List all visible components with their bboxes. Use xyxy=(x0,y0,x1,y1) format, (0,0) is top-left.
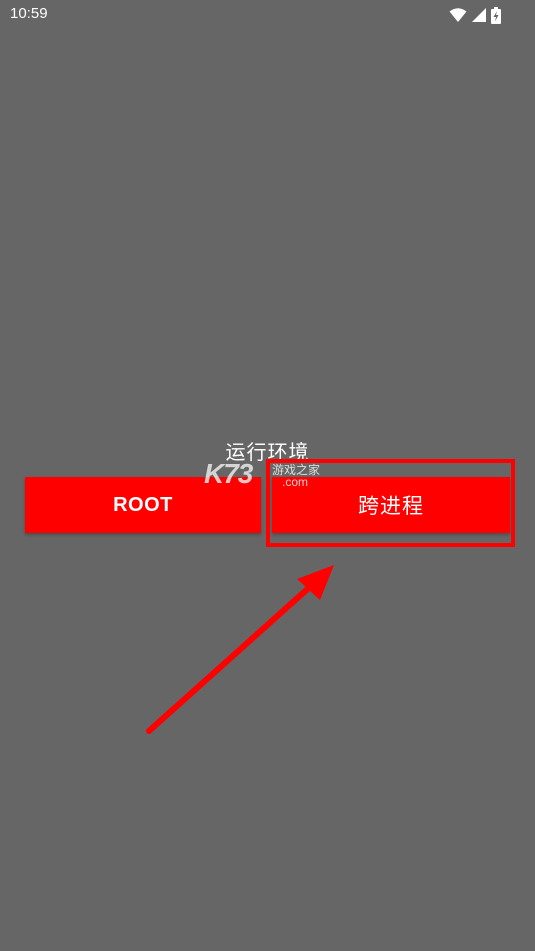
battery-charging-icon xyxy=(491,6,501,24)
root-button[interactable]: ROOT xyxy=(25,477,261,533)
cross-process-button[interactable]: 跨进程 xyxy=(272,477,510,533)
status-time: 10:59 xyxy=(10,5,48,22)
status-icons xyxy=(449,6,501,24)
wifi-icon xyxy=(449,7,467,23)
annotation-arrow-icon xyxy=(146,565,334,734)
cellular-signal-icon xyxy=(471,7,487,23)
status-bar: 10:59 xyxy=(0,0,535,30)
runtime-environment-title: 运行环境 xyxy=(225,440,310,464)
